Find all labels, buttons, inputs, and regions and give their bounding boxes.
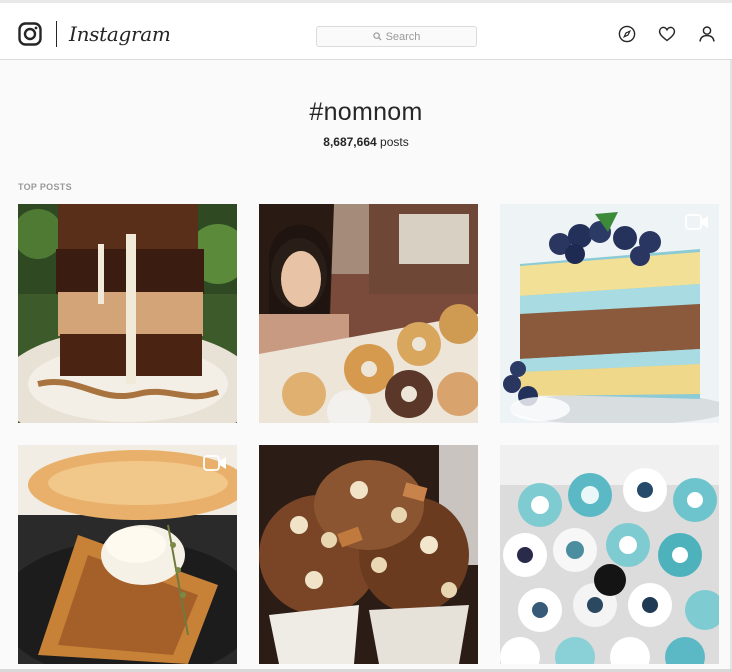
top-nav: Instagram Search: [0, 0, 732, 60]
hashtag-title: #nomnom: [309, 98, 423, 126]
instagram-wordmark[interactable]: Instagram: [69, 22, 171, 46]
brand-divider: [56, 21, 57, 47]
post-tile-2[interactable]: [259, 204, 478, 423]
video-indicator-icon: [685, 214, 709, 230]
brand[interactable]: Instagram: [18, 21, 171, 47]
search-placeholder: Search: [385, 30, 421, 43]
post-count-number: 8,687,664: [323, 135, 377, 149]
search-icon: [372, 32, 382, 41]
post-count-suffix: posts: [380, 135, 409, 149]
post-image-brownie: [18, 204, 237, 423]
post-tile-6[interactable]: [500, 445, 719, 664]
post-image-donuts: [259, 204, 478, 423]
nav-icons: [618, 25, 716, 43]
section-label-top-posts: TOP POSTS: [18, 182, 72, 192]
hashtag-header: #nomnom 8,687,664 posts: [0, 98, 732, 149]
compass-icon[interactable]: [618, 25, 636, 43]
heart-icon[interactable]: [658, 25, 676, 43]
post-tile-5[interactable]: [259, 445, 478, 664]
post-tile-4[interactable]: [18, 445, 237, 664]
post-count: 8,687,664 posts: [0, 135, 732, 149]
instagram-camera-icon[interactable]: [18, 22, 42, 46]
post-tile-1[interactable]: [18, 204, 237, 423]
post-image-popcorn-cupcakes: [259, 445, 478, 664]
post-image-cake: [500, 204, 719, 423]
person-icon[interactable]: [698, 25, 716, 43]
video-indicator-icon: [203, 455, 227, 471]
search-input[interactable]: Search: [316, 26, 477, 47]
post-image-blue-cupcakes: [500, 445, 719, 664]
post-image-tart: [18, 445, 237, 664]
post-tile-3[interactable]: [500, 204, 719, 423]
